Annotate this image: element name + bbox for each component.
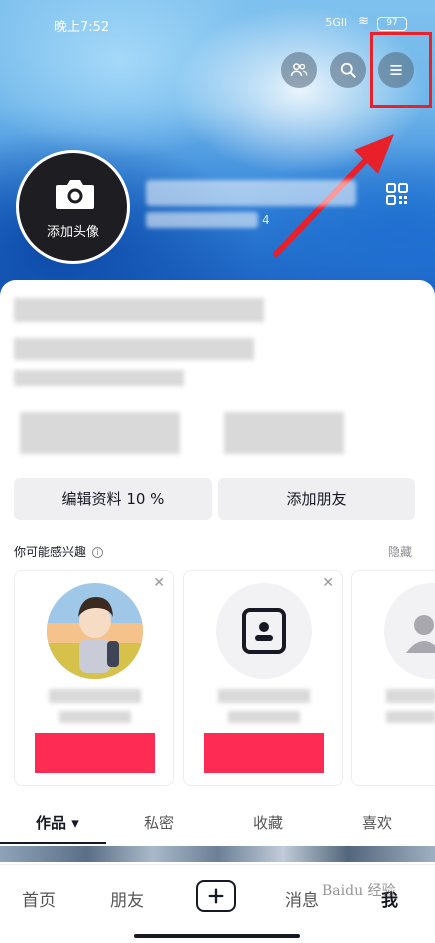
tag2-redacted bbox=[224, 412, 344, 454]
nav-friends[interactable]: 朋友 bbox=[110, 886, 144, 911]
tab-works[interactable]: 作品 ▾ bbox=[36, 812, 79, 833]
follow-button-redacted[interactable] bbox=[35, 733, 155, 773]
people-icon bbox=[290, 63, 308, 76]
contact-card-icon bbox=[242, 608, 286, 654]
follow-button-redacted[interactable] bbox=[204, 733, 324, 773]
content-tabs: 作品 ▾ 私密 收藏 喜欢 bbox=[0, 804, 435, 844]
baidu-watermark: Baidu 经验 bbox=[322, 883, 396, 899]
suggestion-card[interactable] bbox=[351, 570, 435, 786]
plus-icon bbox=[208, 888, 224, 904]
search-button[interactable] bbox=[330, 52, 366, 88]
interest-section-title: 你可能感兴趣 i bbox=[14, 543, 104, 560]
info-icon[interactable]: i bbox=[92, 547, 104, 558]
wifi-icon: ≋ bbox=[358, 14, 369, 29]
suggestion-card[interactable]: ✕ bbox=[183, 570, 343, 786]
tab-likes[interactable]: 喜欢 bbox=[362, 812, 392, 833]
suggestion-card[interactable]: ✕ bbox=[14, 570, 174, 786]
stats-redacted bbox=[14, 298, 264, 322]
user-id-tail: 4 bbox=[262, 213, 270, 227]
bio-redacted bbox=[14, 338, 254, 360]
hide-suggestions-link[interactable]: 隐藏 bbox=[388, 543, 412, 560]
signal-icon: 5Gll bbox=[325, 16, 347, 29]
suggestion-avatar bbox=[47, 583, 143, 679]
annotation-highlight-box bbox=[370, 32, 432, 108]
home-indicator bbox=[134, 934, 300, 938]
interest-title-label: 你可能感兴趣 bbox=[14, 545, 87, 559]
desc-redacted bbox=[386, 711, 435, 723]
default-user-icon bbox=[406, 615, 435, 653]
desc-redacted bbox=[59, 711, 131, 723]
qr-code-icon[interactable] bbox=[386, 183, 408, 205]
close-icon[interactable]: ✕ bbox=[322, 575, 334, 591]
tab-favorites[interactable]: 收藏 bbox=[253, 812, 283, 833]
name-redacted bbox=[49, 689, 141, 703]
anime-boy-avatar-icon bbox=[47, 583, 143, 679]
battery-icon: 97 bbox=[377, 17, 407, 31]
tag-redacted bbox=[20, 412, 180, 454]
bio-line2-redacted bbox=[14, 370, 184, 386]
create-post-button[interactable] bbox=[196, 880, 236, 912]
username-redacted bbox=[146, 180, 356, 206]
user-id-redacted bbox=[146, 212, 258, 228]
add-avatar-label: 添加头像 bbox=[46, 225, 99, 240]
nav-home[interactable]: 首页 bbox=[22, 886, 56, 911]
suggestion-avatar bbox=[216, 583, 312, 679]
close-icon[interactable]: ✕ bbox=[153, 575, 165, 591]
search-icon bbox=[340, 62, 356, 78]
friends-button[interactable] bbox=[281, 52, 317, 88]
nav-messages[interactable]: 消息 bbox=[285, 886, 319, 911]
desc-redacted bbox=[228, 711, 300, 723]
edit-profile-button[interactable]: 编辑资料 10 % bbox=[14, 478, 212, 520]
name-redacted bbox=[218, 689, 310, 703]
tab-private[interactable]: 私密 bbox=[144, 812, 174, 833]
suggestion-avatar bbox=[384, 583, 435, 679]
bottom-navigation: 首页 朋友 消息 我 bbox=[0, 864, 435, 943]
avatar[interactable]: 添加头像 bbox=[16, 150, 130, 264]
status-time: 晚上7:52 bbox=[54, 20, 110, 35]
name-redacted bbox=[386, 689, 435, 703]
video-thumbnails-strip[interactable] bbox=[0, 846, 435, 862]
active-tab-indicator bbox=[0, 842, 106, 844]
camera-icon bbox=[56, 180, 94, 209]
add-friend-button[interactable]: 添加朋友 bbox=[218, 478, 415, 520]
